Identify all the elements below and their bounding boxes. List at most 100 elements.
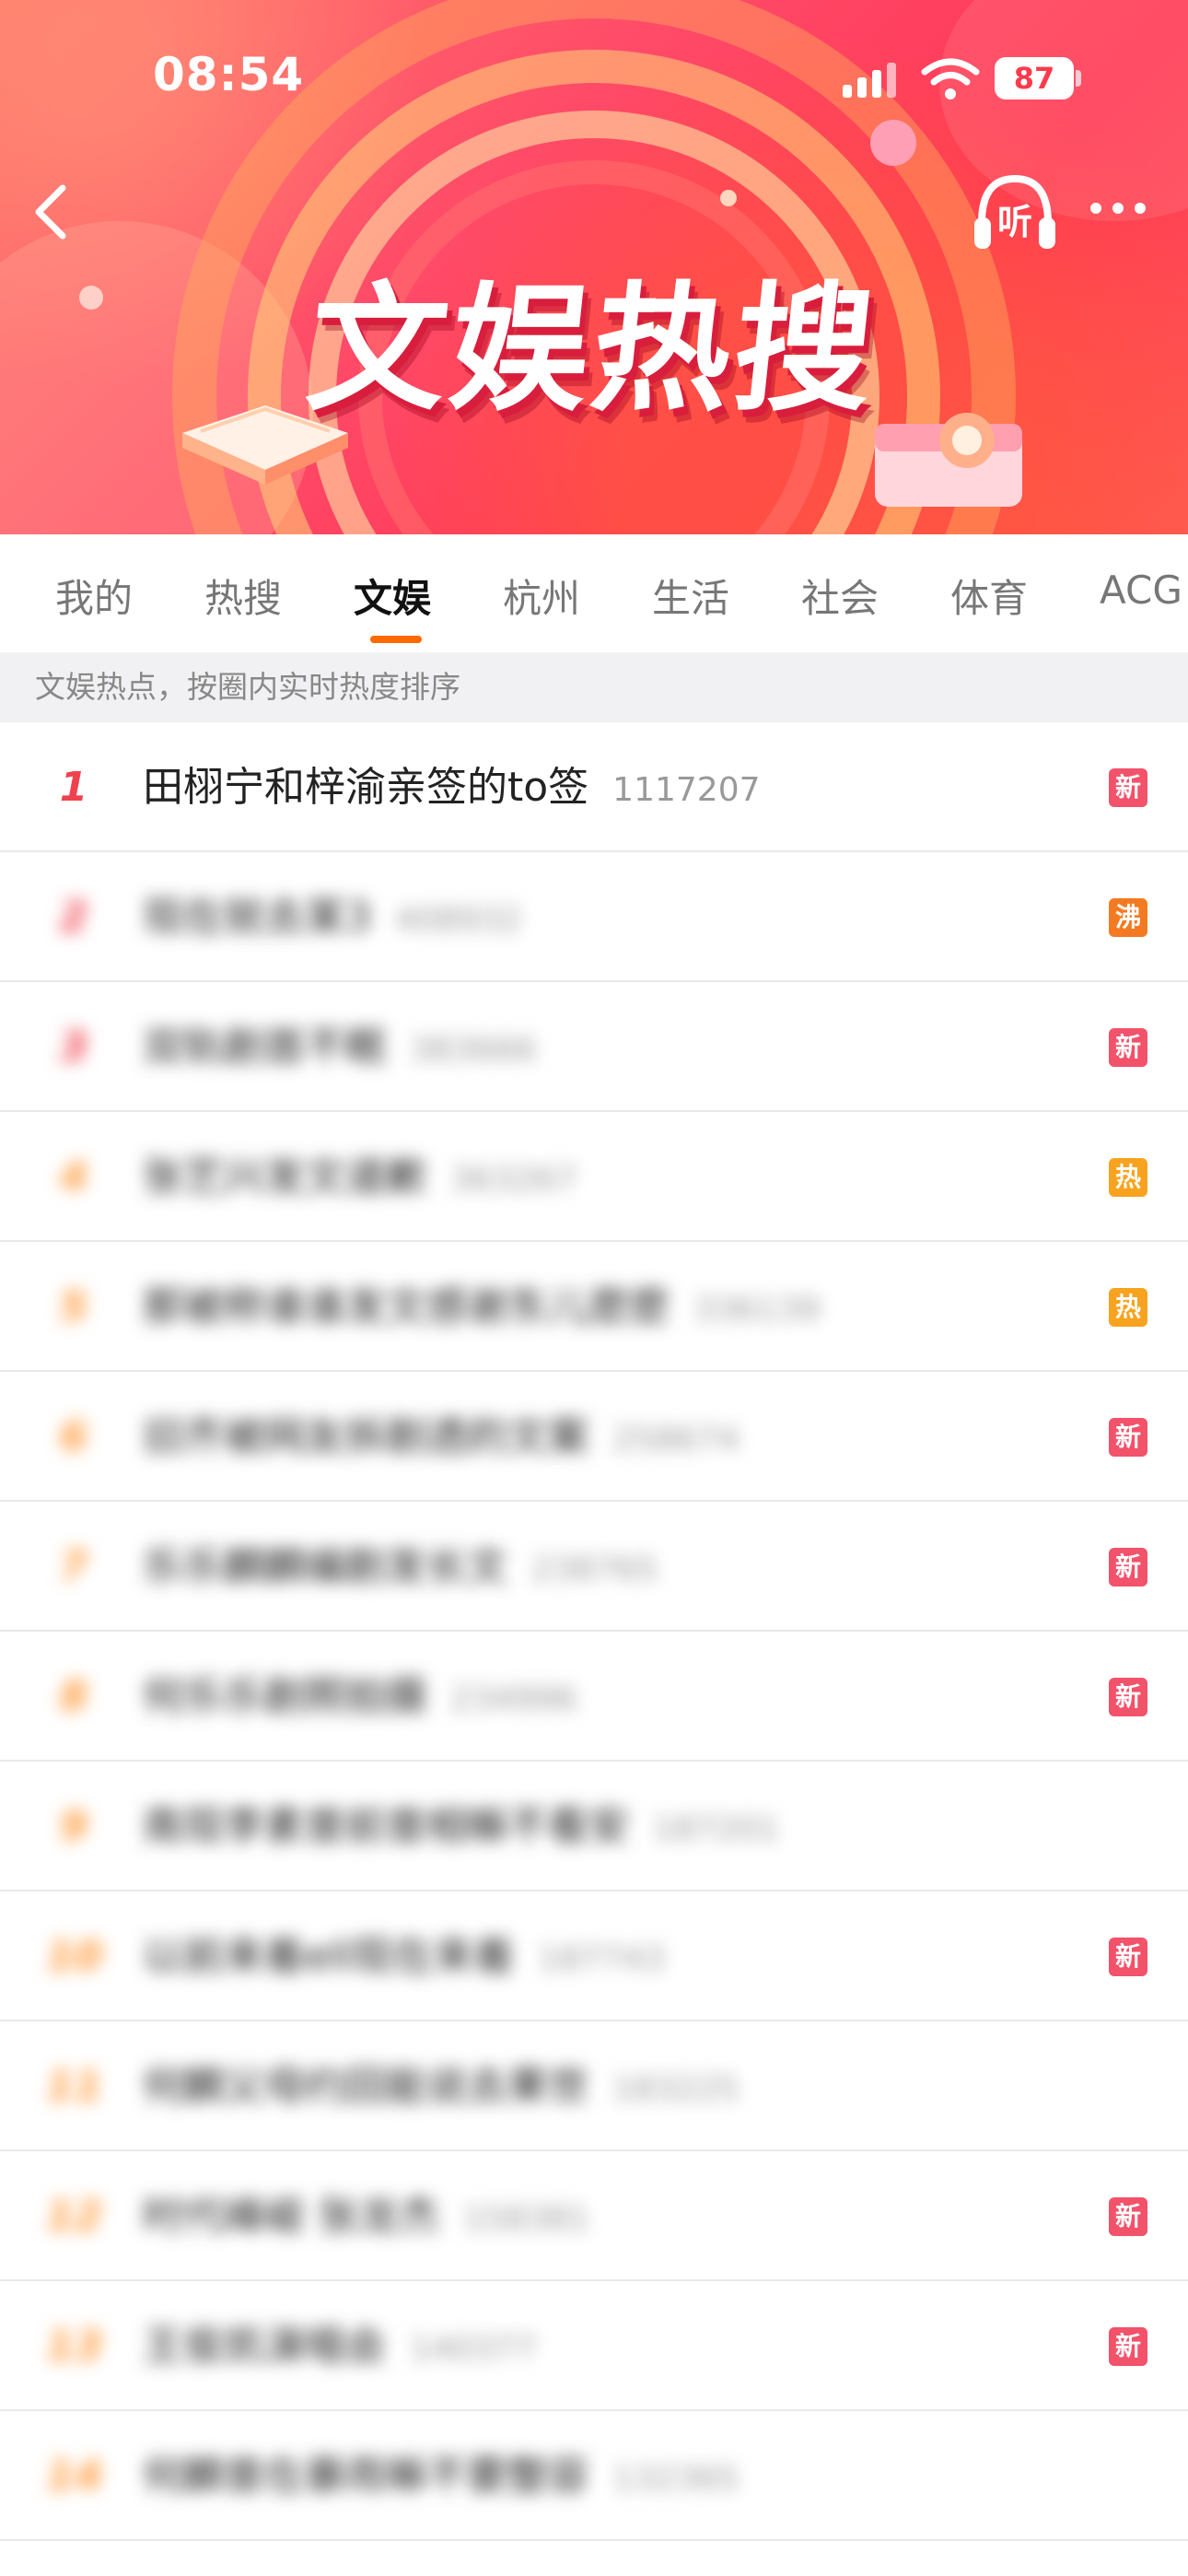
tab-entertainment[interactable]: 文娱: [354, 568, 431, 624]
topic-text: 乐乐麟麟编剧发长文: [143, 1543, 507, 1590]
topic-title: 王俊凯演唱会 140377: [143, 2281, 536, 2414]
heat-count: 408932: [395, 901, 522, 939]
rank-number: 14: [46, 2453, 103, 2500]
status-badge: 新: [1109, 1548, 1147, 1587]
tab-hangzhou[interactable]: 杭州: [503, 568, 580, 624]
topic-title: 双轨剧首不眠 383666: [143, 982, 536, 1115]
status-badge: 新: [1109, 2327, 1147, 2366]
heat-count: 258674: [612, 1421, 740, 1458]
rank-number: 13: [46, 2323, 103, 2370]
status-badge: 热: [1109, 1288, 1147, 1327]
list-item[interactable]: 10 以前来着ell现在来着 187743 新: [0, 1891, 1188, 2021]
topic-title: 那被称谁谁发文感谢东儿麽麽 336139: [143, 1242, 820, 1375]
topic-title: 以前来着ell现在来着 187743: [143, 1891, 665, 2024]
list-item[interactable]: 12 时代峰峻 张龙杰 158381 新: [0, 2151, 1188, 2281]
topic-text: 田栩宁和梓渝亲签的to签: [143, 764, 589, 811]
rank-number: 9: [59, 1803, 88, 1850]
hot-search-list: 1 田栩宁和梓渝亲签的to签 1117207 新 2 现在就去某3 408932 沸 3 双轨剧首…: [0, 722, 1188, 2541]
list-item[interactable]: 11 何麟父母约回能说去果世 183225: [0, 2021, 1188, 2151]
topic-title: 田栩宁和梓渝亲签的to签 1117207: [143, 722, 761, 855]
more-options-icon[interactable]: [1085, 190, 1159, 227]
rank-number: 5: [59, 1283, 88, 1330]
heat-count: 238765: [531, 1551, 658, 1588]
list-item[interactable]: 1 田栩宁和梓渝亲签的to签 1117207 新: [0, 722, 1188, 852]
list-item[interactable]: 6 旧齐被网友拆剧透的文案 258674 新: [0, 1372, 1188, 1502]
decor-dot: [720, 190, 737, 206]
status-badge: 沸: [1109, 898, 1147, 937]
category-tabs: 我的 热搜 文娱 杭州 生活 社会 体育 ACG: [0, 534, 1188, 652]
topic-title: 张艺兴发文道歉 363267: [143, 1112, 577, 1245]
topic-text: 南现李素曾前曾相嘛不看安: [143, 1803, 629, 1850]
status-badge: 新: [1109, 1028, 1147, 1067]
rank-number: 2: [59, 894, 88, 941]
heat-count: 187201: [653, 1810, 780, 1848]
topic-title: 乐乐麟麟编剧发长文 238765: [143, 1502, 658, 1634]
list-item[interactable]: 7 乐乐麟麟编剧发长文 238765 新: [0, 1502, 1188, 1632]
topic-title: 现在就去某3 408932: [143, 852, 521, 985]
heat-count: 336139: [693, 1291, 821, 1329]
list-description: 文娱热点，按圈内实时热度排序: [0, 652, 1188, 722]
heat-count: 234996: [450, 1680, 577, 1718]
topic-text: 何麟曾在暴雨嘛不要整容: [143, 2453, 588, 2500]
topic-text: 张艺兴发文道歉: [143, 1153, 426, 1200]
tab-society[interactable]: 社会: [801, 568, 879, 624]
tab-acg[interactable]: ACG: [1100, 568, 1182, 613]
topic-text: 何乐乐剧照拍摄: [143, 1673, 426, 1720]
topic-text: 时代峰峻 张龙杰: [143, 2193, 439, 2240]
tab-mine[interactable]: 我的: [55, 568, 133, 624]
topic-title: 时代峰峻 张龙杰 158381: [143, 2151, 589, 2284]
rank-number: 6: [59, 1413, 88, 1460]
tab-hot-search[interactable]: 热搜: [204, 568, 282, 624]
status-badge: 新: [1109, 2197, 1147, 2236]
topic-title: 何乐乐剧照拍摄 234996: [143, 1632, 577, 1764]
listen-label: 听: [996, 202, 1032, 242]
list-item[interactable]: 14 何麟曾在暴雨嘛不要整容 132365: [0, 2411, 1188, 2541]
rank-number: 3: [59, 1024, 88, 1071]
list-item[interactable]: 2 现在就去某3 408932 沸: [0, 852, 1188, 982]
battery-cap: [1076, 70, 1081, 87]
list-item[interactable]: 3 双轨剧首不眠 383666 新: [0, 982, 1188, 1112]
status-badge: 新: [1109, 1678, 1147, 1716]
tab-sports[interactable]: 体育: [950, 568, 1028, 624]
cellular-signal-icon: [843, 63, 902, 98]
list-item[interactable]: 5 那被称谁谁发文感谢东儿麽麽 336139 热: [0, 1242, 1188, 1372]
rank-number: 4: [59, 1153, 88, 1200]
rank-number: 7: [59, 1543, 88, 1590]
rank-number: 11: [46, 2063, 103, 2110]
topic-text: 双轨剧首不眠: [143, 1024, 386, 1071]
decor-planet: [870, 120, 916, 166]
status-badge: 新: [1109, 768, 1147, 807]
heat-count: 383666: [410, 1031, 537, 1069]
rank-number: 12: [46, 2193, 103, 2240]
topic-title: 旧齐被网友拆剧透的文案 258674: [143, 1372, 739, 1505]
wifi-icon: [921, 58, 980, 100]
topic-text: 以前来着ell现在来着: [143, 1933, 515, 1980]
topic-title: 何麟父母约回能说去果世 183225: [143, 2021, 739, 2154]
tab-life[interactable]: 生活: [652, 568, 729, 624]
banner-title: 文娱热搜: [300, 270, 885, 430]
rank-number: 1: [59, 764, 88, 811]
active-tab-indicator: [370, 636, 422, 643]
topic-text: 那被称谁谁发文感谢东儿麽麽: [143, 1283, 670, 1330]
topic-text: 王俊凯演唱会: [143, 2323, 386, 2370]
list-item[interactable]: 4 张艺兴发文道歉 363267 热: [0, 1112, 1188, 1242]
list-item[interactable]: 8 何乐乐剧照拍摄 234996 新: [0, 1632, 1188, 1762]
rank-number: 10: [46, 1933, 103, 1980]
topic-text: 何麟父母约回能说去果世: [143, 2063, 588, 2110]
heat-count: 158381: [463, 2200, 590, 2238]
status-time: 08:54: [153, 48, 305, 101]
topic-text: 旧齐被网友拆剧透的文案: [143, 1413, 588, 1460]
list-item[interactable]: 9 南现李素曾前曾相嘛不看安 187201: [0, 1762, 1188, 1891]
battery-indicator: 87: [995, 57, 1074, 100]
hero-banner: 08:54 87 听 文娱热搜: [0, 0, 1188, 534]
heat-count: 183225: [612, 2070, 740, 2108]
heat-count: 187743: [538, 1940, 665, 1978]
heat-count: 363267: [450, 1161, 577, 1199]
heat-count: 132365: [612, 2460, 740, 2498]
list-item[interactable]: 13 王俊凯演唱会 140377 新: [0, 2281, 1188, 2411]
topic-title: 南现李素曾前曾相嘛不看安 187201: [143, 1762, 779, 1894]
rank-number: 8: [59, 1673, 88, 1720]
status-badge: 新: [1109, 1418, 1147, 1457]
topic-text: 现在就去某3: [143, 894, 371, 941]
heat-count: 1117207: [612, 771, 761, 809]
